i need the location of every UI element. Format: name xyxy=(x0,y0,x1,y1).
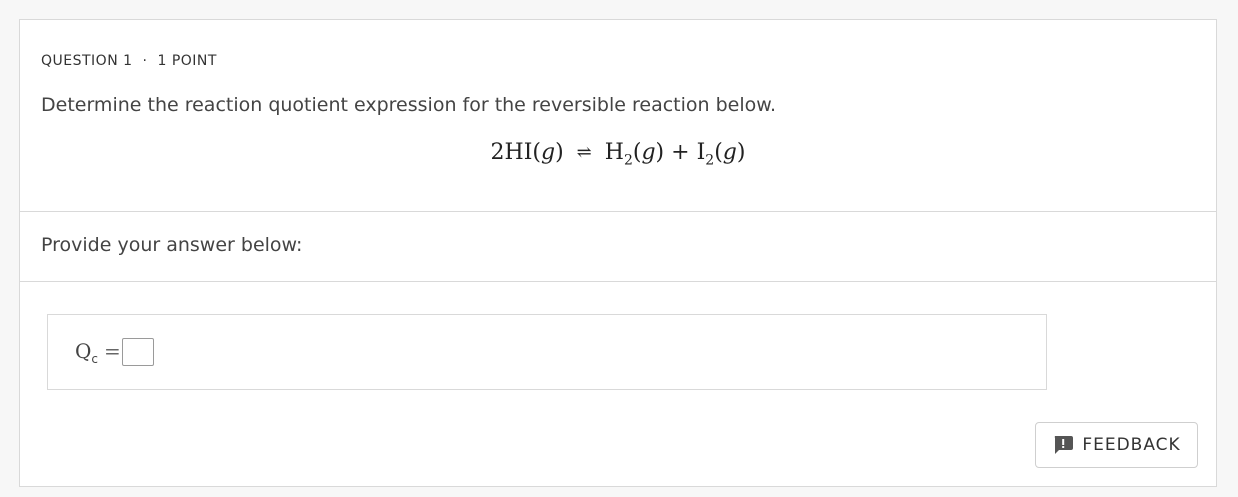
question-points: 1 POINT xyxy=(157,53,217,69)
answer-input[interactable] xyxy=(122,338,154,366)
feedback-label: FEEDBACK xyxy=(1082,435,1181,455)
qc-expression: Qc = xyxy=(75,339,121,366)
feedback-bubble-icon xyxy=(1052,435,1074,455)
reactant: 2HI xyxy=(490,140,533,165)
plus-sign: + xyxy=(671,140,690,165)
equilibrium-arrow: ⇌ xyxy=(576,142,592,163)
question-number: QUESTION 1 xyxy=(41,53,133,69)
qc-subscript: c xyxy=(91,352,99,366)
question-header: QUESTION 1 · 1 POINT xyxy=(41,53,217,69)
product-2-state: g xyxy=(722,140,737,165)
section-divider xyxy=(20,281,1216,282)
product-1: H xyxy=(604,140,624,165)
product-1-state: g xyxy=(641,140,656,165)
header-separator: · xyxy=(142,53,148,69)
product-1-subscript: 2 xyxy=(623,152,633,169)
question-card: QUESTION 1 · 1 POINT Determine the reactio… xyxy=(19,19,1217,487)
reactant-state: g xyxy=(540,140,556,165)
question-prompt: Determine the reaction quotient expressi… xyxy=(41,94,777,116)
answer-label: Provide your answer below: xyxy=(41,234,303,256)
product-2-subscript: 2 xyxy=(705,152,715,169)
feedback-button[interactable]: FEEDBACK xyxy=(1035,422,1198,468)
section-divider xyxy=(20,211,1216,212)
equals-sign: = xyxy=(104,339,121,363)
reaction-equation: 2HI(g) ⇌ H2(g) + I2(g) xyxy=(490,140,746,169)
answer-area: Qc = xyxy=(47,314,1047,390)
qc-symbol: Q xyxy=(75,339,92,363)
product-2: I xyxy=(696,140,706,165)
